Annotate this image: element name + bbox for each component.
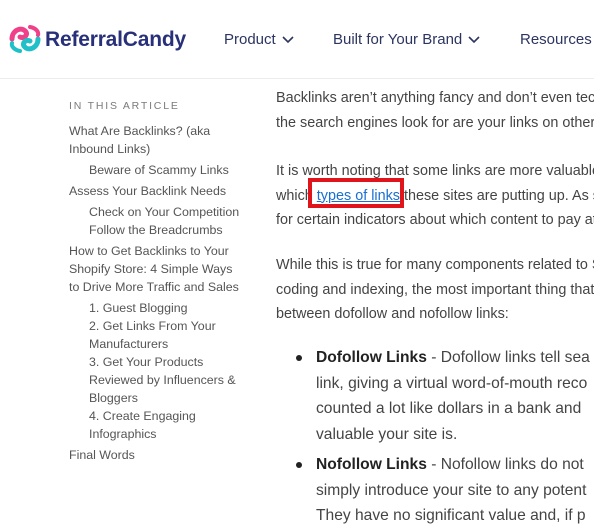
paragraph-line: It is worth noting that some links are m… xyxy=(276,163,594,179)
toc-item-follow-breadcrumbs[interactable]: Follow the Breadcrumbs xyxy=(69,221,244,239)
chevron-down-icon xyxy=(468,35,480,43)
bullet-title: Dofollow Links xyxy=(316,349,427,366)
list-item: Nofollow Links - Nofollow links do not s… xyxy=(296,452,586,529)
bullet-text: link, giving a virtual word-of-mouth rec… xyxy=(316,374,588,392)
list-item: Dofollow Links - Dofollow links tell sea… xyxy=(296,345,590,447)
paragraph-line: between dofollow and nofollow links: xyxy=(276,306,509,322)
toc-item-beware-of-scammy-links[interactable]: Beware of Scammy Links xyxy=(69,161,244,179)
bullet-dot xyxy=(296,355,302,361)
table-of-contents: IN THIS ARTICLE What Are Backlinks? (aka… xyxy=(69,100,244,464)
paragraph-line: for certain indicators about which conte… xyxy=(276,212,594,228)
bullet-text: valuable your site is. xyxy=(316,425,458,443)
nav-resources-label: Resources xyxy=(520,31,592,48)
toc-item-assess-backlink-needs[interactable]: Assess Your Backlink Needs xyxy=(69,182,244,200)
bullet-dot xyxy=(296,462,302,468)
brand-name[interactable]: ReferralCandy xyxy=(45,28,186,52)
paragraph: Backlinks aren’t anything fancy and don’… xyxy=(276,86,594,135)
toc-item-final-words[interactable]: Final Words xyxy=(69,446,244,464)
nav-product[interactable]: Product xyxy=(224,31,294,48)
nav-resources[interactable]: Resources xyxy=(520,31,592,48)
chevron-down-icon xyxy=(282,35,294,43)
bullet-text: simply introduce your site to any potent xyxy=(316,481,587,499)
paragraph-line: the search engines look for are your lin… xyxy=(276,114,594,131)
bullet-text: They have no significant value and, if p xyxy=(316,507,586,524)
paragraph-line: coding and indexing, the most important … xyxy=(276,281,594,298)
referralcandy-logo-icon[interactable] xyxy=(8,22,42,56)
paragraph: It is worth noting that some links are m… xyxy=(276,159,594,233)
toc-item-check-competition[interactable]: Check on Your Competition xyxy=(69,203,244,221)
paragraph-line: Backlinks aren’t anything fancy and don’… xyxy=(276,90,594,106)
paragraph: While this is true for many components r… xyxy=(276,253,594,327)
paragraph-line: which types of links these sites are put… xyxy=(276,184,594,209)
toc-item-what-are-backlinks[interactable]: What Are Backlinks? (aka Inbound Links) xyxy=(69,122,244,158)
toc-item-products-reviewed[interactable]: 3. Get Your Products Reviewed by Influen… xyxy=(69,353,244,407)
types-of-links-link[interactable]: types of links xyxy=(317,188,400,204)
nav-built-for-your-brand[interactable]: Built for Your Brand xyxy=(333,31,480,48)
text-segment: these sites are putting up. As se xyxy=(399,187,594,204)
toc-item-links-from-manufacturers[interactable]: 2. Get Links From Your Manufacturers xyxy=(69,317,244,353)
bullet-text: counted a lot like dollars in a bank and xyxy=(316,400,582,417)
text-segment: which xyxy=(276,187,317,204)
bullet-text: - Dofollow links tell sea xyxy=(426,349,590,366)
nav-product-label: Product xyxy=(224,31,276,48)
toc-item-guest-blogging[interactable]: 1. Guest Blogging xyxy=(69,299,244,317)
site-header: ReferralCandy Product Built for Your Bra… xyxy=(0,0,594,79)
toc-item-how-to-get-backlinks[interactable]: How to Get Backlinks to Your Shopify Sto… xyxy=(69,242,244,296)
paragraph-line: While this is true for many components r… xyxy=(276,257,594,273)
nav-built-for-your-brand-label: Built for Your Brand xyxy=(333,31,463,48)
bullet-title: Nofollow Links xyxy=(316,456,427,473)
toc-heading: IN THIS ARTICLE xyxy=(69,100,180,112)
bullet-text: - Nofollow links do not xyxy=(426,456,584,473)
toc-item-create-infographics[interactable]: 4. Create Engaging Infographics xyxy=(69,407,244,443)
